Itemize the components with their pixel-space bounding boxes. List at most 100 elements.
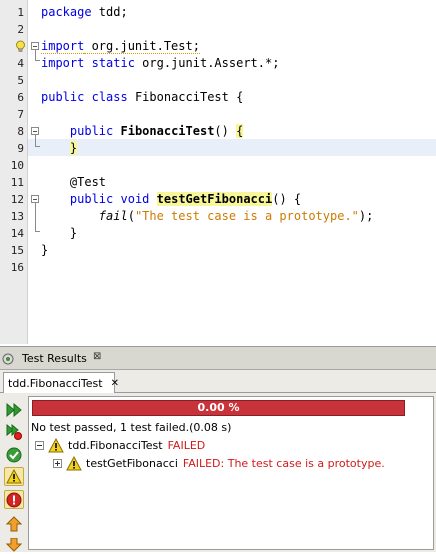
test-results-area: 0.00 % No test passed, 1 test failed.(0.… — [28, 396, 434, 550]
show-passed-button[interactable] — [4, 445, 24, 464]
line-number: 2 — [17, 23, 24, 36]
keyword: import — [41, 56, 85, 70]
warning-icon — [66, 456, 82, 471]
test-results-icon — [2, 353, 14, 364]
test-status: FAILED: The test case is a prototype. — [182, 457, 385, 470]
rerun-failed-button[interactable] — [4, 422, 24, 441]
matched-brace: } — [69, 141, 78, 155]
panel-close-icon[interactable]: ⊠ — [93, 351, 101, 362]
lightbulb-hint-icon[interactable] — [15, 40, 26, 53]
annotation: @Test — [69, 175, 107, 189]
fold-guide — [35, 146, 40, 147]
panel-title: Test Results — [22, 352, 87, 365]
panel-header: Test Results ⊠ — [0, 347, 436, 370]
keyword: public — [41, 90, 85, 104]
suite-status: FAILED — [167, 439, 206, 452]
code-text: FibonacciTest { — [127, 90, 244, 104]
fold-toggle-icon[interactable] — [31, 195, 39, 203]
keyword: void — [120, 192, 150, 206]
method-name: FibonacciTest — [120, 124, 215, 138]
error-icon — [6, 492, 22, 507]
code-text: () { — [272, 192, 302, 206]
test-results-tab[interactable]: Test Results — [2, 349, 87, 368]
keyword: package — [41, 5, 92, 19]
next-failure-button[interactable] — [4, 535, 24, 554]
keyword: class — [91, 90, 128, 104]
test-name: testGetFibonacci — [86, 457, 178, 470]
keyword: public — [69, 192, 114, 206]
fold-guide — [35, 60, 40, 61]
tab-close-icon[interactable]: ✕ — [111, 378, 119, 389]
fold-guide — [35, 135, 36, 146]
expand-toggle-icon[interactable] — [53, 459, 62, 468]
line-number: 5 — [17, 74, 24, 87]
result-tabs: tdd.FibonacciTest ✕ — [0, 370, 436, 393]
string-literal: "The test case is a prototype." — [134, 209, 359, 223]
line-number: 8 — [17, 125, 24, 138]
code-text: tdd; — [91, 5, 128, 19]
code-text: } — [69, 226, 78, 240]
collapse-toggle-icon[interactable] — [35, 441, 44, 450]
method-name: testGetFibonacci — [156, 192, 273, 206]
rerun-icon — [6, 402, 22, 417]
line-number: 12 — [10, 193, 24, 206]
line-number: 13 — [10, 210, 24, 223]
tab-label: tdd.FibonacciTest — [8, 376, 103, 390]
warning-icon — [6, 469, 22, 484]
arrow-down-icon — [6, 537, 22, 552]
fold-toggle-icon[interactable] — [31, 127, 39, 135]
code-editor[interactable]: 1 2 3 4 5 6 7 8 9 10 11 12 13 14 15 16 p… — [0, 0, 436, 344]
tab-fibonacci-test[interactable]: tdd.FibonacciTest ✕ — [3, 372, 119, 393]
progress-bar: 0.00 % — [32, 400, 405, 416]
line-number: 6 — [17, 91, 24, 104]
code-line: public FibonacciTest() { — [41, 123, 244, 140]
code-line: public void testGetFibonacci() { — [41, 191, 301, 208]
previous-failure-button[interactable] — [4, 514, 24, 533]
code-line: import static org.junit.Assert.*; — [41, 55, 279, 72]
code-line: } — [41, 225, 77, 242]
test-results-panel: Test Results ⊠ tdd.FibonacciTest ✕ 0.00 … — [0, 346, 436, 552]
code-line: public class FibonacciTest { — [41, 89, 243, 106]
fold-toggle-icon[interactable] — [31, 42, 39, 50]
progress-label: 0.00 % — [197, 401, 240, 414]
code-line: package tdd; — [41, 4, 128, 21]
code-line: } — [41, 242, 48, 259]
test-case-node[interactable]: testGetFibonacci FAILED: The test case i… — [53, 455, 385, 472]
suite-name: tdd.FibonacciTest — [68, 439, 163, 452]
code-text: org.junit.Test; — [84, 39, 200, 54]
check-icon — [6, 447, 22, 462]
keyword: import — [41, 39, 85, 54]
results-summary: No test passed, 1 test failed.(0.08 s) — [31, 421, 232, 434]
rerun-failed-icon — [6, 423, 22, 440]
code-text: org.junit.Assert.*; — [134, 56, 280, 70]
code-text: } — [41, 243, 49, 257]
fold-guide — [35, 231, 40, 232]
method-call: fail — [98, 209, 128, 223]
show-errors-button[interactable] — [4, 490, 24, 509]
line-number: 10 — [10, 159, 24, 172]
line-number: 16 — [10, 261, 24, 274]
arrow-up-icon — [6, 515, 22, 531]
code-line: @Test — [41, 174, 106, 191]
code-line: fail("The test case is a prototype."); — [41, 208, 374, 225]
matched-brace: { — [236, 124, 244, 138]
rerun-button[interactable] — [4, 400, 24, 419]
show-failures-button[interactable] — [4, 467, 24, 486]
line-number: 1 — [17, 6, 24, 19]
line-number: 4 — [17, 57, 24, 70]
current-line-highlight — [28, 139, 436, 156]
code-line: } — [41, 140, 78, 157]
test-suite-node[interactable]: tdd.FibonacciTest FAILED — [35, 437, 205, 454]
code-text: ); — [358, 209, 374, 223]
fold-guide — [35, 50, 36, 60]
warning-icon — [48, 438, 64, 453]
code-line: import org.junit.Test; — [41, 38, 200, 55]
line-number: 7 — [17, 108, 24, 121]
code-text: ( — [127, 209, 135, 223]
keyword: public — [69, 124, 114, 138]
keyword: static — [91, 56, 135, 70]
fold-guide — [35, 203, 36, 231]
line-number: 11 — [10, 176, 24, 189]
line-number: 14 — [10, 227, 24, 240]
line-number: 9 — [17, 142, 24, 155]
